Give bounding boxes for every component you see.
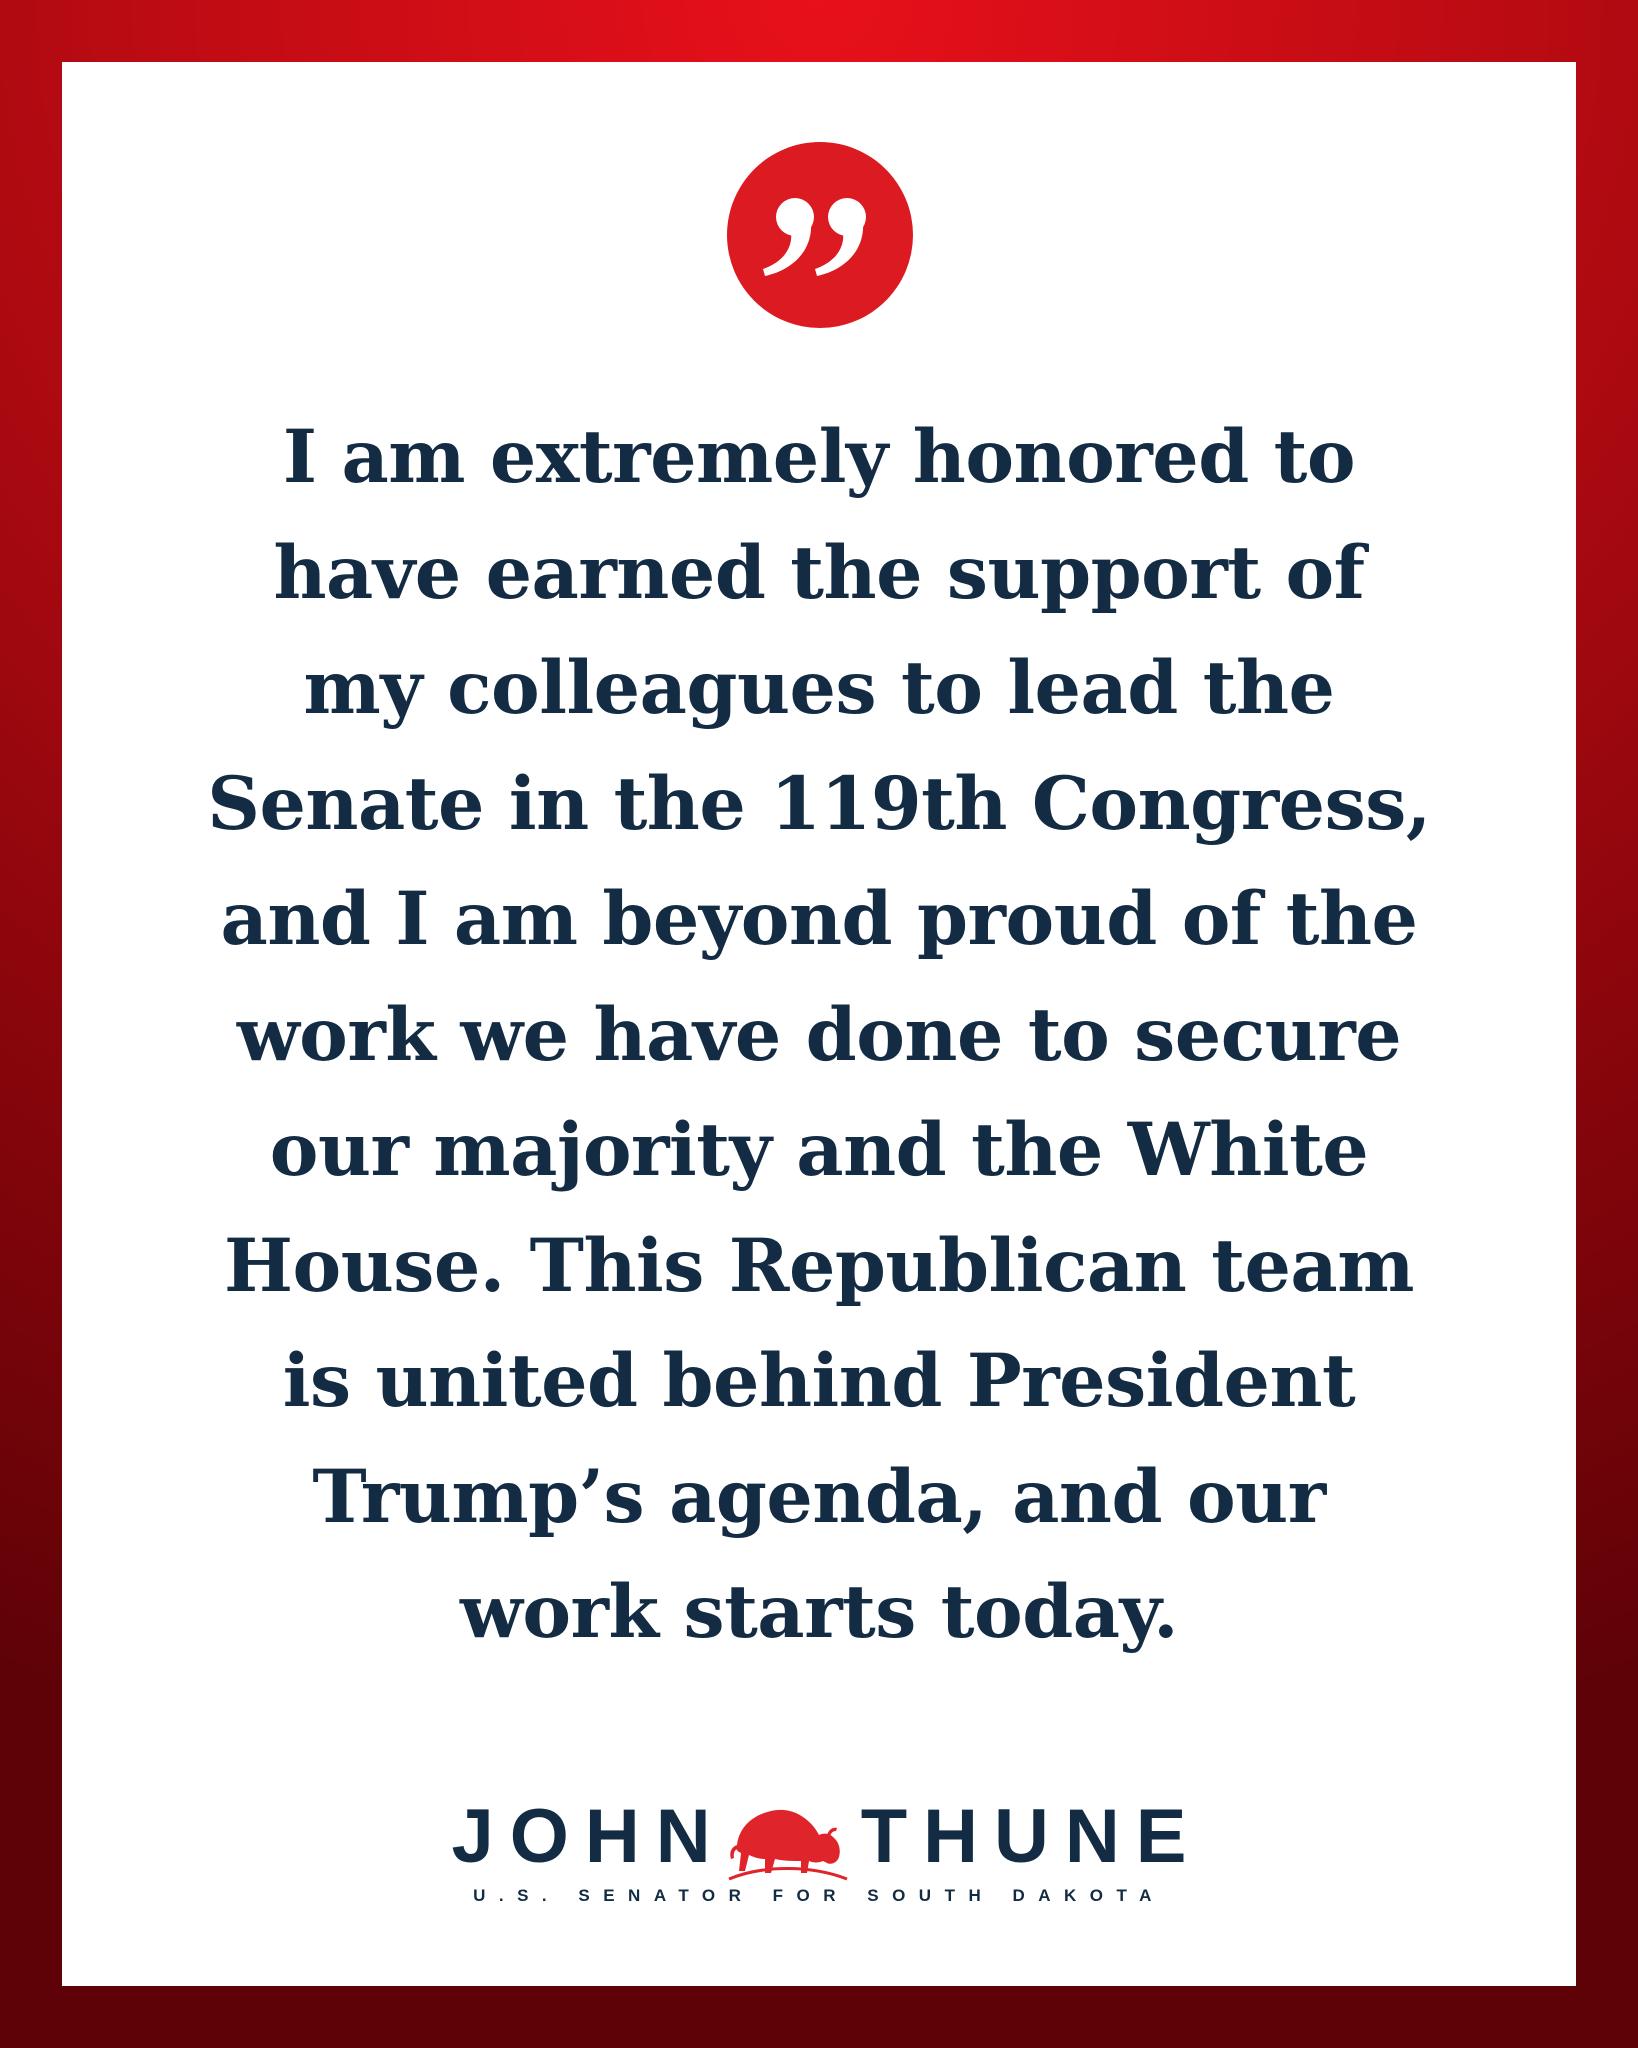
quote-line: I am extremely honored to bbox=[282, 414, 1356, 500]
quote-line: our majority and the White bbox=[269, 1107, 1369, 1193]
quote-line: my colleagues to lead the bbox=[303, 645, 1336, 731]
logo-name-row: JOHN THUNE bbox=[62, 1782, 1576, 1882]
john-thune-logo: JOHN THUNE U.S. SENATOR FOR SOUTH DAKOTA bbox=[62, 1782, 1576, 1962]
quote-text: I am extremely honored to have earned th… bbox=[182, 400, 1456, 1671]
quote-line: work we have done to secure bbox=[236, 991, 1402, 1078]
quote-line: is united behind President bbox=[282, 1338, 1356, 1424]
red-border-frame: I am extremely honored to have earned th… bbox=[0, 0, 1638, 2048]
closing-quotation-mark-icon bbox=[763, 198, 866, 276]
quote-line: and I am beyond proud of the bbox=[220, 876, 1418, 962]
quote-badge bbox=[727, 142, 913, 328]
quote-line: Senate in the 119th Congress, bbox=[207, 760, 1431, 847]
logo-tagline: U.S. SENATOR FOR SOUTH DAKOTA bbox=[473, 1886, 1165, 1905]
quote-line: work starts today. bbox=[459, 1569, 1179, 1655]
logo-last-name: THUNE bbox=[860, 1793, 1203, 1879]
quote-line: have earned the support of bbox=[273, 529, 1365, 616]
bison-icon bbox=[723, 1787, 851, 1887]
quote-line: House. This Republican team bbox=[224, 1222, 1414, 1309]
quote-line: Trump’s agenda, and our bbox=[312, 1453, 1326, 1540]
quote-card: I am extremely honored to have earned th… bbox=[62, 62, 1576, 1986]
logo-first-name: JOHN bbox=[451, 1793, 727, 1879]
